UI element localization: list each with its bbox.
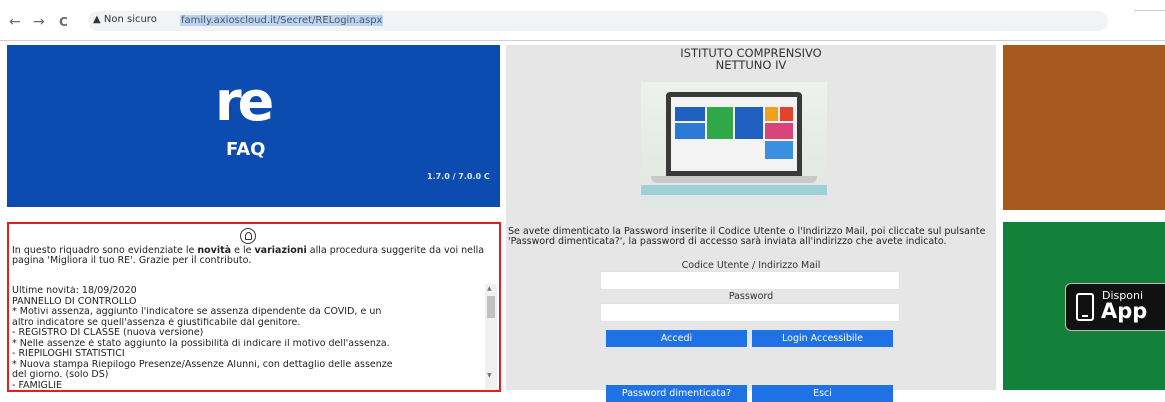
news-line: * Motivi assenza, aggiunto l'indicatore … (12, 307, 382, 317)
school-name: ISTITUTO COMPRENSIVO NETTUNO IV (506, 47, 996, 71)
side-tile-brown[interactable] (1003, 45, 1165, 210)
laptop-base (651, 176, 817, 183)
screen-tile (780, 107, 793, 121)
faq-tile[interactable]: re FAQ 1.7.0 / 7.0.0 C (7, 45, 500, 207)
login-button[interactable]: Accedi (606, 330, 747, 347)
scrollbar-thumb[interactable] (487, 296, 495, 318)
screen-tile (765, 107, 778, 121)
reload-icon[interactable]: C (59, 15, 68, 29)
app-badge-line2: App (1101, 299, 1148, 323)
forgot-password-instructions: Se avete dimenticato la Password inserit… (508, 226, 986, 247)
scroll-down-icon[interactable]: ▼ (487, 372, 492, 379)
back-icon[interactable]: ← (9, 14, 21, 30)
side-tile-green[interactable]: Disponi App (1003, 222, 1165, 390)
news-line: * Nuova stampa Riepilogo Presenze/Assenz… (12, 359, 393, 370)
password-input[interactable] (600, 303, 900, 322)
screen-tile (707, 107, 733, 139)
news-line: - RIEPILOGHI STATISTICI (12, 349, 125, 359)
laptop-image (641, 82, 827, 208)
re-logo: re (215, 70, 274, 133)
news-list: Ultime novità: 18/09/2020 PANNELLO DI CO… (12, 283, 484, 391)
toolbar-separator (0, 40, 1165, 41)
forgot-password-button[interactable]: Password dimenticata? (606, 385, 747, 402)
screen-tile (765, 123, 793, 139)
screen-tile (675, 107, 705, 121)
accessible-login-button[interactable]: Login Accessibile (752, 330, 893, 347)
news-line: - FAMIGLIE (12, 380, 62, 391)
news-scrollbar[interactable]: ▲ ▼ (485, 284, 497, 390)
not-secure-warning[interactable]: ▲ Non sicuro (93, 14, 157, 25)
book-stack (649, 195, 819, 207)
phone-icon (1076, 293, 1094, 321)
news-line: - REGISTRO DI CLASSE (nuova versione) (12, 328, 204, 338)
news-line: del giorno. (solo DS) (12, 370, 109, 380)
user-label: Codice Utente / Indirizzo Mail (681, 260, 821, 271)
news-intro-bold: variazioni (254, 245, 307, 256)
lightbulb-icon (240, 228, 256, 244)
news-line: PANNELLO DI CONTROLLO (12, 296, 137, 307)
faq-title: FAQ (226, 139, 266, 160)
school-name-line2: NETTUNO IV (715, 58, 787, 72)
browser-toolbar: ← → C ▲ Non sicuro family.axioscloud.it/… (0, 0, 1165, 40)
scroll-up-icon[interactable]: ▲ (487, 285, 492, 292)
forward-icon[interactable]: → (33, 14, 45, 30)
news-line: altro indicatore se quell'assenza è gius… (12, 317, 301, 328)
login-panel: ISTITUTO COMPRENSIVO NETTUNO IV Se avete… (506, 45, 996, 402)
password-label: Password (728, 291, 774, 302)
exit-button[interactable]: Esci (752, 385, 893, 402)
screen-tile (675, 123, 705, 139)
screen-tile (765, 141, 793, 159)
news-intro: In questo riquadro sono evidenziate le n… (12, 246, 490, 266)
news-line: * Nelle assenze è stato aggiunto la poss… (12, 338, 390, 349)
user-input[interactable] (600, 271, 900, 290)
url-text[interactable]: family.axioscloud.it/Secret/RELogin.aspx (180, 15, 384, 26)
screen-tile (735, 107, 763, 139)
book-stack (641, 185, 827, 195)
laptop-display (671, 97, 797, 171)
app-store-badge[interactable]: Disponi App (1065, 283, 1165, 331)
version-label: 1.7.0 / 7.0.0 C (427, 172, 490, 181)
news-line: Ultime novità: 18/09/2020 (12, 286, 137, 296)
news-panel: In questo riquadro sono evidenziate le n… (7, 222, 501, 392)
laptop-screen (666, 92, 802, 176)
toolbar-divider (1134, 10, 1165, 11)
